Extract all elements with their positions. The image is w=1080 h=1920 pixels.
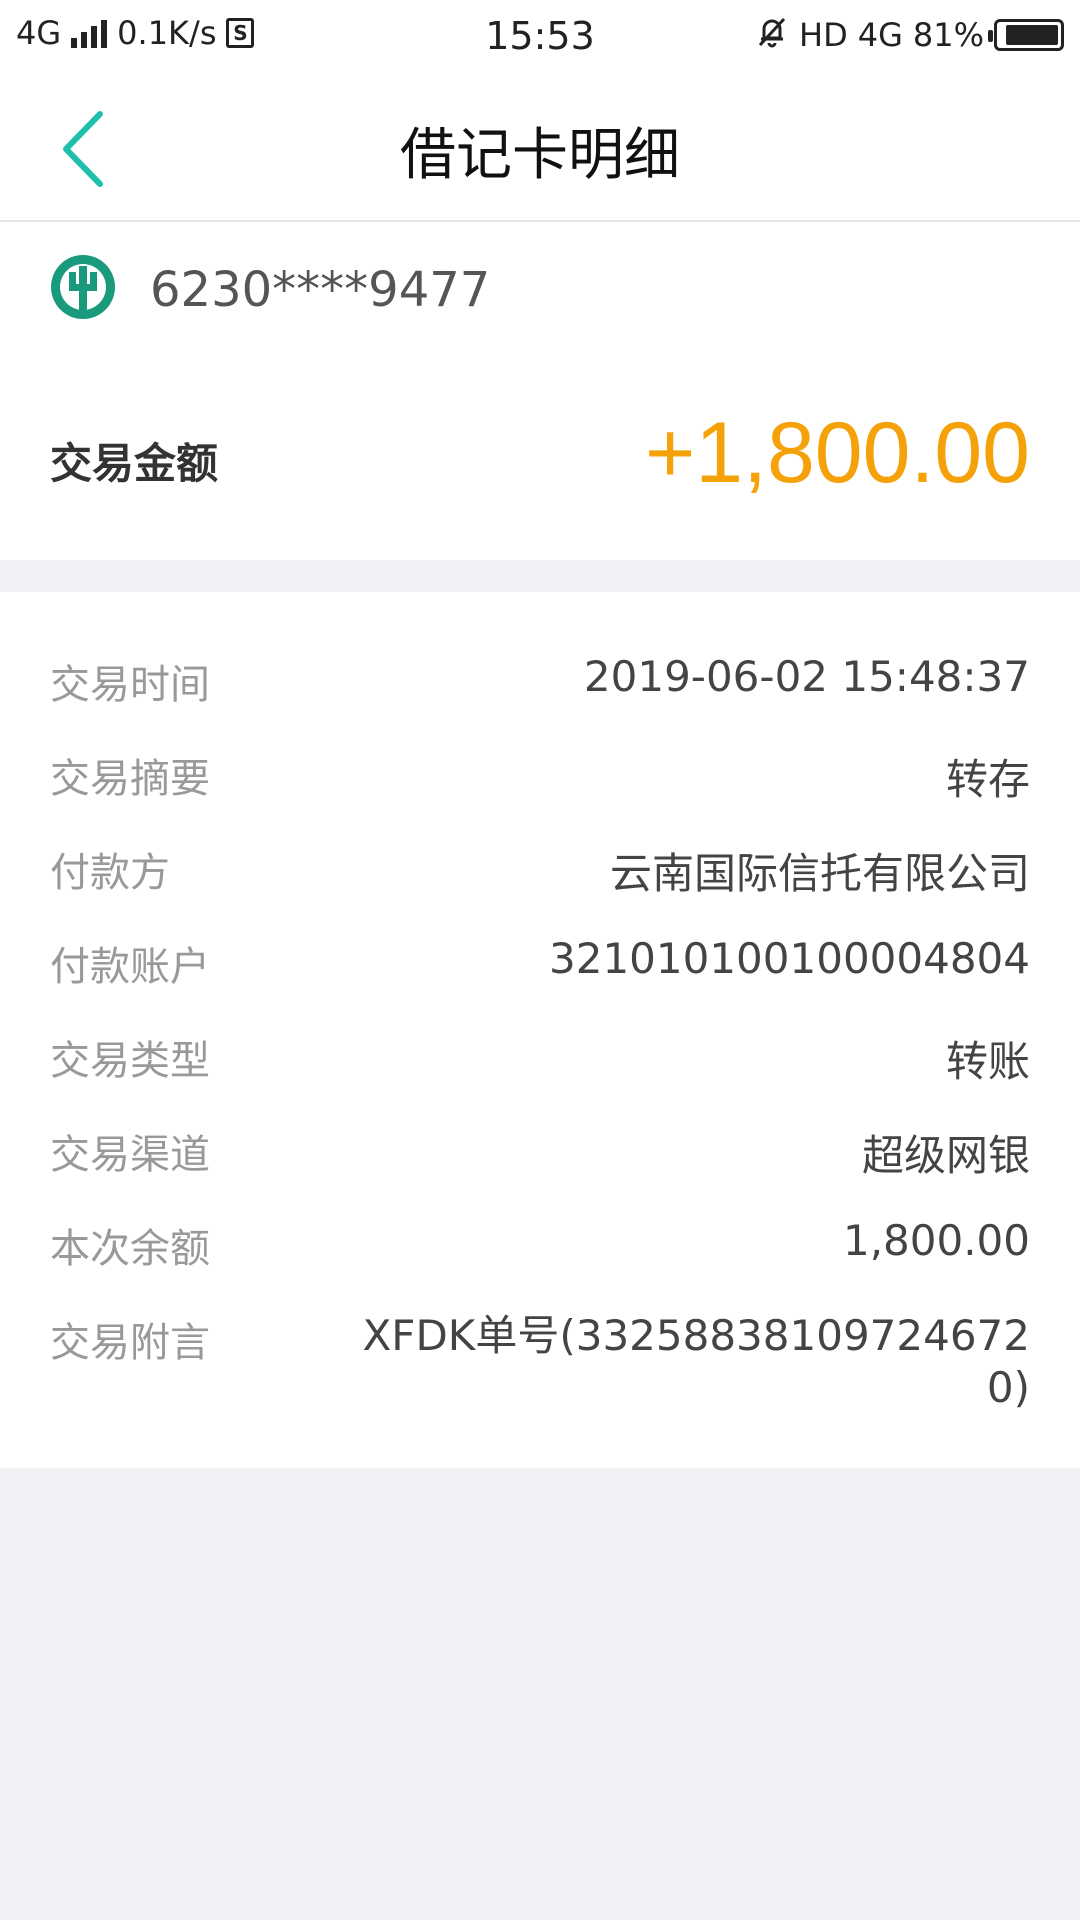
status-right: HD 4G 81% bbox=[755, 14, 1064, 56]
detail-value: 2019-06-02 15:48:37 bbox=[583, 652, 1030, 701]
detail-label: 本次余额 bbox=[50, 1226, 210, 1272]
detail-label: 交易时间 bbox=[50, 662, 210, 708]
detail-value: 转账 bbox=[945, 1037, 1030, 1086]
battery-icon bbox=[988, 19, 1064, 51]
detail-value: 超级网银 bbox=[861, 1131, 1030, 1180]
detail-row: 本次余额 1,800.00 bbox=[0, 1216, 1080, 1276]
detail-value: 云南国际信托有限公司 bbox=[609, 849, 1030, 898]
detail-label: 交易摘要 bbox=[50, 756, 210, 802]
detail-label: 交易渠道 bbox=[50, 1132, 210, 1178]
detail-label: 交易附言 bbox=[50, 1320, 210, 1366]
detail-value: 1,800.00 bbox=[842, 1216, 1030, 1265]
detail-row: 付款方 云南国际信托有限公司 bbox=[0, 840, 1080, 900]
chevron-left-icon bbox=[63, 111, 103, 187]
detail-row: 交易时间 2019-06-02 15:48:37 bbox=[0, 652, 1080, 712]
bank-logo-icon bbox=[51, 255, 115, 319]
battery-percent: 81% bbox=[912, 16, 984, 54]
status-bar: 4G 0.1K/s S 15:53 HD 4G 81% bbox=[0, 0, 1080, 74]
detail-label: 付款账户 bbox=[50, 944, 210, 990]
hd-label: HD bbox=[799, 16, 848, 54]
network-type-right: 4G bbox=[857, 16, 903, 54]
amount-label: 交易金额 bbox=[50, 439, 219, 488]
detail-row: 交易摘要 转存 bbox=[0, 746, 1080, 806]
mute-bell-icon bbox=[755, 14, 789, 56]
card-summary: 6230****9477 交易金额 +1,800.00 bbox=[0, 222, 1080, 560]
detail-row: 交易附言 XFDK单号(332588381097246720) bbox=[0, 1310, 1080, 1420]
detail-value: 321010100100004804 bbox=[549, 934, 1030, 983]
detail-label: 付款方 bbox=[50, 850, 170, 896]
amount-value: +1,800.00 bbox=[645, 405, 1030, 501]
detail-value: XFDK单号(332588381097246720) bbox=[362, 1311, 1030, 1412]
detail-row: 付款账户 321010100100004804 bbox=[0, 934, 1080, 994]
transaction-details: 交易时间 2019-06-02 15:48:37 交易摘要 转存 付款方 云南国… bbox=[0, 592, 1080, 1468]
back-button[interactable] bbox=[48, 104, 128, 194]
detail-label: 交易类型 bbox=[50, 1038, 210, 1084]
detail-row: 交易类型 转账 bbox=[0, 1028, 1080, 1088]
nav-bar: 借记卡明细 bbox=[0, 74, 1080, 222]
detail-value: 转存 bbox=[945, 755, 1030, 804]
page-title: 借记卡明细 bbox=[400, 123, 680, 188]
detail-row: 交易渠道 超级网银 bbox=[0, 1122, 1080, 1182]
card-number: 6230****9477 bbox=[150, 262, 491, 318]
